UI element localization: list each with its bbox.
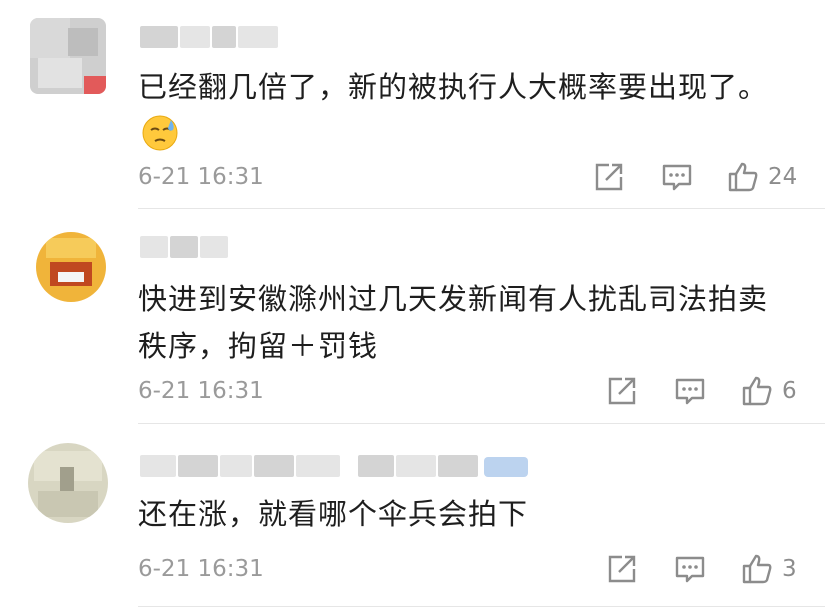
comment-button[interactable] [673,374,707,408]
like-button[interactable] [726,160,760,194]
comment-timestamp: 6-21 16:31 [138,556,264,582]
like-button[interactable] [740,552,774,586]
username[interactable] [140,455,480,477]
comment-feed: 已经翻几倍了，新的被执行人大概率要出现了。 6-21 16:31 24 快进到安… [0,0,825,608]
comment-item: 快进到安徽滁州过几天发新闻有人扰乱司法拍卖 秩序，拘留＋罚钱 6-21 16:3… [0,210,825,425]
username[interactable] [140,26,280,48]
username[interactable] [140,236,230,258]
comment-text: 快进到安徽滁州过几天发新闻有人扰乱司法拍卖 秩序，拘留＋罚钱 [138,276,798,370]
like-icon [742,554,772,584]
divider [138,606,825,607]
divider [138,423,825,424]
share-button[interactable] [605,552,639,586]
like-count: 6 [782,378,797,404]
avatar[interactable] [30,18,106,94]
avatar[interactable] [28,443,108,523]
like-button[interactable] [740,374,774,408]
share-icon [608,377,636,405]
comment-icon [675,556,705,583]
avatar[interactable] [36,232,106,302]
comment-text-line: 快进到安徽滁州过几天发新闻有人扰乱司法拍卖 [138,282,769,316]
vip-badge [484,457,528,477]
comment-icon [675,378,705,405]
comment-item: 还在涨，就看哪个伞兵会拍下 6-21 16:31 3 [0,425,825,608]
share-button[interactable] [592,160,626,194]
comment-timestamp: 6-21 16:31 [138,164,264,190]
comment-button[interactable] [673,552,707,586]
like-count: 24 [768,164,798,190]
comment-timestamp: 6-21 16:31 [138,378,264,404]
share-button[interactable] [605,374,639,408]
like-icon [742,376,772,406]
share-icon [595,163,623,191]
like-icon [728,162,758,192]
share-icon [608,555,636,583]
comment-text: 还在涨，就看哪个伞兵会拍下 [138,497,529,531]
comment-text-line: 秩序，拘留＋罚钱 [138,329,379,363]
comment-icon [662,164,692,191]
divider [138,208,825,209]
sweat-face-emoji [140,112,180,152]
comment-text: 已经翻几倍了，新的被执行人大概率要出现了。 [138,70,769,104]
like-count: 3 [782,556,797,582]
comment-item: 已经翻几倍了，新的被执行人大概率要出现了。 6-21 16:31 24 [0,0,825,210]
comment-button[interactable] [660,160,694,194]
